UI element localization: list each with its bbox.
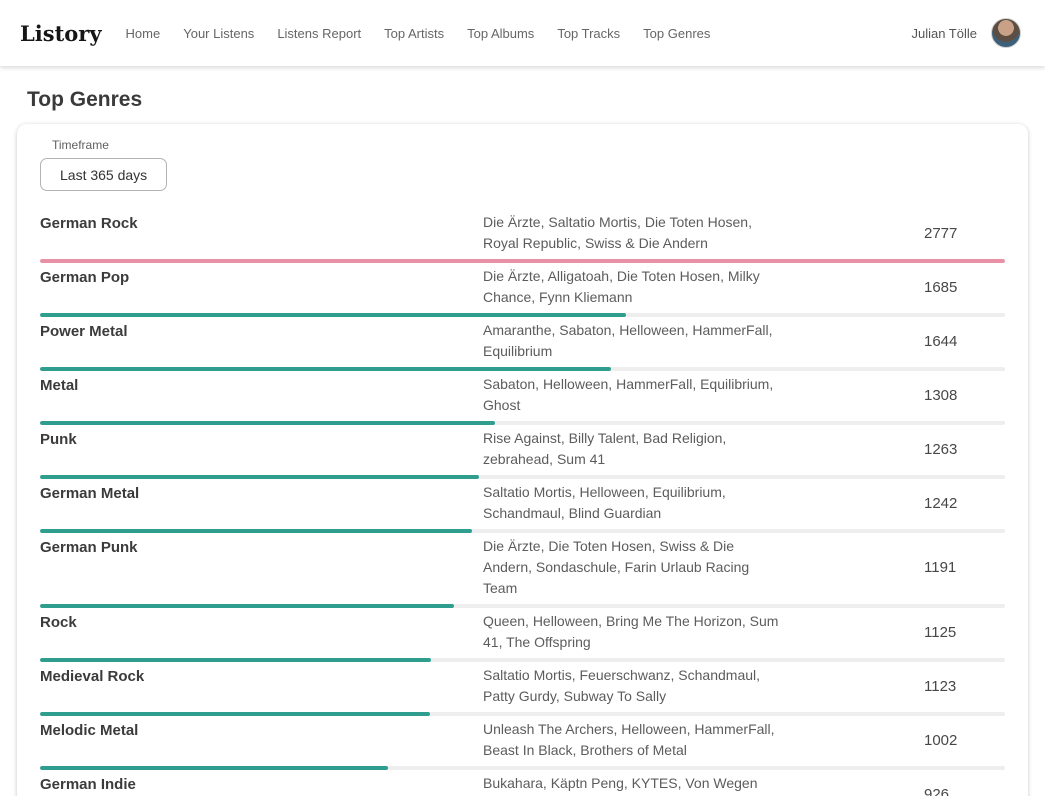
genre-bar-fill [40,475,479,479]
page-title: Top Genres [27,88,1045,112]
genre-row: Melodic Metal Unleash The Archers, Hello… [40,716,1005,770]
genre-row: German Punk Die Ärzte, Die Toten Hosen, … [40,533,1005,608]
user-menu[interactable]: Julian Tölle [911,18,1021,48]
genre-name: Power Metal [40,320,483,362]
genre-name: German Pop [40,266,483,308]
genre-name: Medieval Rock [40,665,483,707]
genre-name: Metal [40,374,483,416]
user-name: Julian Tölle [911,26,977,41]
genre-row: German Indie Bukahara, Käptn Peng, KYTES… [40,770,1005,796]
genre-row: Power Metal Amaranthe, Sabaton, Hellowee… [40,317,1005,371]
genre-row: Metal Sabaton, Helloween, HammerFall, Eq… [40,371,1005,425]
genre-bar-track [40,658,1005,662]
genre-bar-track [40,367,1005,371]
genre-count: 1002 [924,732,957,749]
genre-artists: Saltatio Mortis, Feuerschwanz, Schandmau… [483,665,783,707]
genre-count: 1308 [924,387,957,404]
nav-item-your-listens[interactable]: Your Listens [183,26,254,41]
app-logo[interactable]: Listory [20,21,102,46]
nav-item-home[interactable]: Home [126,26,161,41]
genre-row: German Pop Die Ärzte, Alligatoah, Die To… [40,263,1005,317]
genre-count: 926 [924,786,949,796]
genre-bar-fill [40,604,454,608]
user-avatar[interactable] [991,18,1021,48]
nav-item-top-albums[interactable]: Top Albums [467,26,534,41]
genre-artists: Amaranthe, Sabaton, Helloween, HammerFal… [483,320,783,362]
genre-artists: Rise Against, Billy Talent, Bad Religion… [483,428,783,470]
genre-count: 1125 [924,624,956,641]
nav-item-top-tracks[interactable]: Top Tracks [557,26,620,41]
genre-artists: Saltatio Mortis, Helloween, Equilibrium,… [483,482,783,524]
genre-artists: Queen, Helloween, Bring Me The Horizon, … [483,611,783,653]
genre-row: Rock Queen, Helloween, Bring Me The Hori… [40,608,1005,662]
genre-bar-fill [40,712,430,716]
genre-bar-track [40,529,1005,533]
genre-row: Punk Rise Against, Billy Talent, Bad Rel… [40,425,1005,479]
genre-bar-fill [40,421,495,425]
genre-count: 1644 [924,333,957,350]
genre-bar-track [40,766,1005,770]
genre-name: Rock [40,611,483,653]
genre-count: 1263 [924,441,957,458]
genre-bar-track [40,421,1005,425]
genre-table: German Rock Die Ärzte, Saltatio Mortis, … [40,209,1005,796]
genre-name: German Punk [40,536,483,599]
genre-artists: Die Ärzte, Alligatoah, Die Toten Hosen, … [483,266,783,308]
genre-artists: Die Ärzte, Die Toten Hosen, Swiss & Die … [483,536,783,599]
genre-row: German Metal Saltatio Mortis, Helloween,… [40,479,1005,533]
genre-bar-fill [40,313,626,317]
nav: Home Your Listens Listens Report Top Art… [126,26,711,41]
genre-count: 2777 [924,225,957,242]
genre-row: German Rock Die Ärzte, Saltatio Mortis, … [40,209,1005,263]
genre-bar-fill [40,367,611,371]
timeframe-label: Timeframe [52,138,1005,152]
genre-bar-fill [40,658,431,662]
genre-count: 1123 [924,678,956,695]
genre-artists: Sabaton, Helloween, HammerFall, Equilibr… [483,374,783,416]
genre-bar-track [40,475,1005,479]
timeframe-select[interactable]: Last 365 days [40,158,167,191]
genre-count: 1685 [924,279,957,296]
genre-name: Melodic Metal [40,719,483,761]
genre-bar-fill [40,259,1005,263]
genre-name: German Indie [40,773,483,796]
genre-name: Punk [40,428,483,470]
genre-name: German Rock [40,212,483,254]
genre-count: 1242 [924,495,957,512]
genre-bar-track [40,313,1005,317]
genre-count: 1191 [924,559,956,576]
genre-bar-track [40,259,1005,263]
genre-bar-track [40,604,1005,608]
genre-bar-fill [40,766,388,770]
app-bar: Listory Home Your Listens Listens Report… [0,0,1045,66]
nav-item-top-artists[interactable]: Top Artists [384,26,444,41]
nav-item-top-genres[interactable]: Top Genres [643,26,710,41]
top-genres-panel: Timeframe Last 365 days German Rock Die … [17,124,1028,796]
genre-artists: Bukahara, Käptn Peng, KYTES, Von Wegen L… [483,773,783,796]
genre-artists: Die Ärzte, Saltatio Mortis, Die Toten Ho… [483,212,783,254]
genre-row: Medieval Rock Saltatio Mortis, Feuerschw… [40,662,1005,716]
genre-name: German Metal [40,482,483,524]
genre-artists: Unleash The Archers, Helloween, HammerFa… [483,719,783,761]
genre-bar-fill [40,529,472,533]
nav-item-listens-report[interactable]: Listens Report [277,26,361,41]
genre-bar-track [40,712,1005,716]
